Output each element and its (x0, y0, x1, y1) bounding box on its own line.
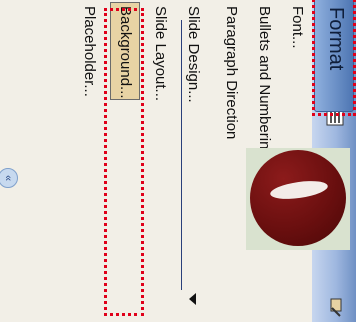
menu-item-font-label: Font... (289, 6, 306, 49)
dropdown-arrow-icon[interactable] (189, 293, 196, 305)
menu-item-placeholder[interactable]: Placeholder... (74, 0, 104, 322)
menu-item-slide-layout[interactable]: Slide Layout... (145, 0, 175, 322)
menu-item-placeholder-label: Placeholder... (81, 6, 98, 97)
menu-divider (181, 20, 182, 290)
annotation-box-background (104, 8, 144, 316)
menu-item-slide-design-label: Slide Design... (185, 6, 202, 103)
menu-item-paragraph-direction[interactable]: Paragraph Direction (216, 0, 246, 322)
menu-item-slide-design[interactable]: Slide Design... (178, 0, 208, 322)
annotation-box-format (312, 0, 356, 116)
logo-image (246, 148, 350, 250)
menu-item-bullets-numbering-label: Bullets and Numbering... (256, 6, 273, 171)
menu-item-paragraph-direction-label: Paragraph Direction (223, 6, 240, 140)
background-icon[interactable] (324, 296, 346, 318)
menu-item-slide-layout-label: Slide Layout... (152, 6, 169, 102)
